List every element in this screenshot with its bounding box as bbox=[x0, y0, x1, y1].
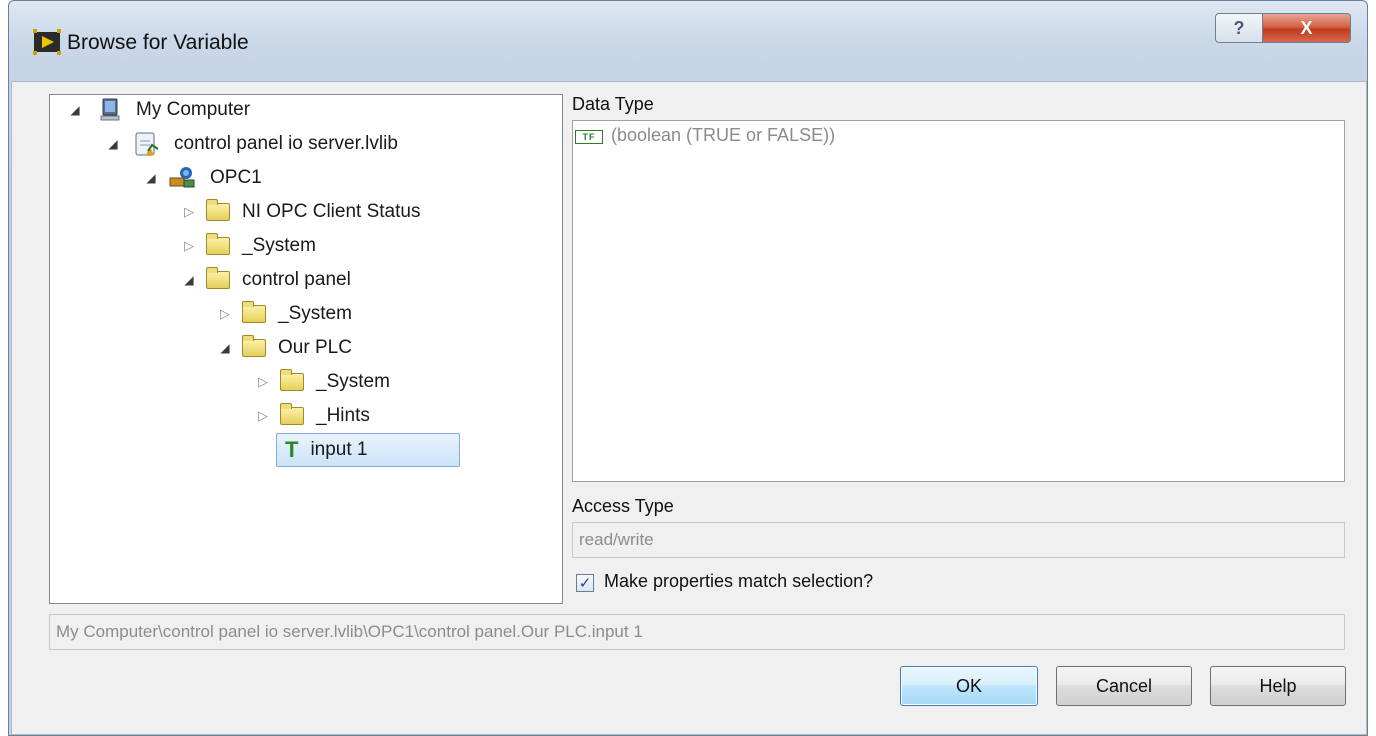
dialog-window: Browse for Variable ? X ◢ My Computer ◢ … bbox=[8, 0, 1368, 736]
question-mark-icon: ? bbox=[1233, 17, 1245, 38]
tree-node-label: My Computer bbox=[136, 99, 251, 120]
expand-arrow-icon[interactable]: ◢ bbox=[140, 171, 162, 185]
collapse-arrow-icon[interactable]: ▷ bbox=[252, 408, 274, 424]
tree-node-our-plc[interactable]: ◢ Our PLC bbox=[214, 333, 352, 363]
tree-node-label: _System bbox=[242, 235, 316, 256]
folder-icon bbox=[206, 233, 230, 255]
match-selection-checkbox[interactable]: ✓ bbox=[576, 574, 594, 592]
dialog-body: ◢ My Computer ◢ control panel io server.… bbox=[11, 81, 1367, 735]
close-button[interactable]: X bbox=[1263, 13, 1351, 43]
data-type-value: (boolean (TRUE or FALSE)) bbox=[611, 125, 836, 145]
computer-icon bbox=[100, 98, 122, 122]
collapse-arrow-icon[interactable]: ▷ bbox=[214, 306, 236, 322]
tree-node-label: OPC1 bbox=[210, 167, 262, 188]
expand-arrow-icon[interactable]: ◢ bbox=[178, 273, 200, 287]
tree-node-input-1[interactable]: T input 1 bbox=[276, 433, 460, 467]
folder-icon bbox=[280, 369, 304, 391]
folder-icon bbox=[242, 335, 266, 357]
close-icon: X bbox=[1300, 17, 1313, 38]
tree-node-system[interactable]: ▷ _System bbox=[214, 299, 352, 329]
collapse-arrow-icon[interactable]: ▷ bbox=[178, 238, 200, 254]
ok-button[interactable]: OK bbox=[900, 666, 1038, 706]
title-buttons: ? X bbox=[1215, 13, 1351, 47]
title-bar[interactable]: Browse for Variable ? X bbox=[9, 1, 1367, 81]
context-help-button[interactable]: ? bbox=[1215, 13, 1263, 43]
tree-node-my-computer[interactable]: ◢ My Computer bbox=[64, 95, 250, 125]
tree-node-label: NI OPC Client Status bbox=[242, 201, 421, 222]
tree-node-hints[interactable]: ▷ _Hints bbox=[252, 401, 370, 431]
cancel-button[interactable]: Cancel bbox=[1056, 666, 1192, 706]
expand-arrow-icon[interactable]: ◢ bbox=[214, 341, 236, 355]
help-button[interactable]: Help bbox=[1210, 666, 1346, 706]
folder-icon bbox=[206, 199, 230, 221]
expand-arrow-icon[interactable]: ◢ bbox=[64, 103, 86, 117]
tag-icon: T bbox=[285, 437, 299, 462]
tree-node-label: _System bbox=[278, 303, 352, 324]
tree-node-label: control panel io server.lvlib bbox=[174, 133, 398, 154]
folder-icon bbox=[206, 267, 230, 289]
checkmark-icon: ✓ bbox=[578, 575, 592, 592]
access-type-label: Access Type bbox=[572, 496, 674, 516]
window-title: Browse for Variable bbox=[67, 31, 249, 54]
tree-node-system[interactable]: ▷ _System bbox=[178, 231, 316, 261]
data-type-label: Data Type bbox=[572, 94, 654, 114]
folder-icon bbox=[280, 403, 304, 425]
expand-arrow-icon[interactable]: ◢ bbox=[102, 137, 124, 151]
tree-node-system[interactable]: ▷ _System bbox=[252, 367, 390, 397]
tree-node-label: _System bbox=[316, 371, 390, 392]
access-type-field: read/write bbox=[572, 522, 1345, 558]
tree-node-library[interactable]: ◢ control panel io server.lvlib bbox=[102, 129, 398, 159]
match-selection-label[interactable]: Make properties match selection? bbox=[604, 571, 873, 592]
data-type-display: TF (boolean (TRUE or FALSE)) bbox=[572, 120, 1345, 482]
library-icon bbox=[134, 131, 160, 157]
collapse-arrow-icon[interactable]: ▷ bbox=[178, 204, 200, 220]
boolean-type-icon: TF bbox=[575, 130, 603, 144]
variable-tree[interactable]: ◢ My Computer ◢ control panel io server.… bbox=[49, 94, 563, 604]
tree-node-label: input 1 bbox=[310, 439, 368, 460]
variable-path-field: My Computer\control panel io server.lvli… bbox=[49, 614, 1345, 650]
tree-node-opc1[interactable]: ◢ OPC1 bbox=[140, 163, 262, 193]
tree-node-ni-opc-client-status[interactable]: ▷ NI OPC Client Status bbox=[178, 197, 420, 227]
tree-node-control-panel[interactable]: ◢ control panel bbox=[178, 265, 351, 295]
tree-node-label: _Hints bbox=[316, 405, 370, 426]
tree-node-label: control panel bbox=[242, 269, 351, 290]
tree-node-label: Our PLC bbox=[278, 337, 352, 358]
folder-icon bbox=[242, 301, 266, 323]
collapse-arrow-icon[interactable]: ▷ bbox=[252, 374, 274, 390]
io-server-icon bbox=[168, 166, 196, 190]
labview-app-icon bbox=[33, 29, 61, 55]
